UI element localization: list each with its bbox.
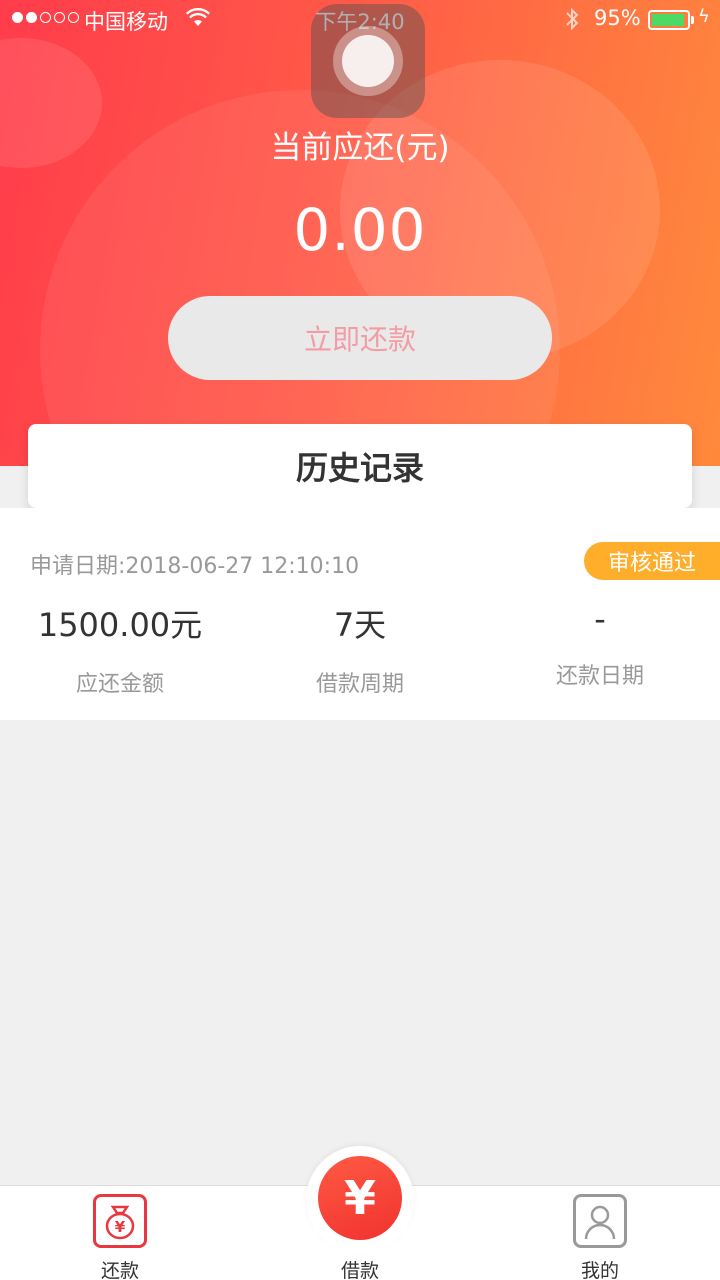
record-period: 7天 借款周期 (240, 600, 480, 698)
tab-repay-label: 还款 (100, 1260, 139, 1280)
repay-now-button[interactable]: 立即还款 (168, 296, 552, 380)
tab-repay[interactable]: ¥ 还款 (0, 1186, 240, 1280)
amount-label: 应还金额 (75, 672, 164, 697)
charging-icon: ϟ (698, 6, 710, 27)
period-label: 借款周期 (315, 672, 404, 697)
record-amount: 1500.00元 应还金额 (0, 600, 240, 698)
repay-date-label: 还款日期 (555, 664, 644, 689)
tab-mine-label: 我的 (580, 1260, 619, 1280)
borrow-center-button[interactable]: ¥ (306, 1146, 414, 1254)
user-icon (573, 1194, 627, 1248)
battery-percent: 95% (594, 6, 641, 30)
repayment-page: 中国移动 下午2:40 95% ϟ 当前应还(元) 0.00 立即还款 历史记录… (0, 0, 720, 1280)
current-due-label: 当前应还(元) (270, 130, 450, 166)
period-value: 7天 (333, 606, 387, 644)
money-bag-icon: ¥ (93, 1194, 147, 1248)
status-badge: 审核通过 (584, 542, 720, 580)
tab-mine[interactable]: 我的 (480, 1186, 720, 1280)
loan-record[interactable]: 申请日期:2018-06-27 12:10:10 审核通过 1500.00元 应… (0, 508, 720, 720)
yen-icon: ¥ (318, 1156, 402, 1240)
tab-borrow-label: 借款 (340, 1260, 379, 1280)
apply-date: 申请日期:2018-06-27 12:10:10 (30, 554, 360, 579)
current-due-amount: 0.00 (293, 196, 427, 264)
battery-icon (648, 10, 694, 30)
record-repay-date: - 还款日期 (480, 600, 720, 690)
svg-text:¥: ¥ (115, 1218, 126, 1236)
amount-value: 1500.00元 (37, 606, 203, 644)
history-title: 历史记录 (28, 424, 692, 508)
repay-date-value: - (594, 600, 606, 638)
assistive-touch-button[interactable] (311, 4, 425, 118)
bluetooth-icon (564, 7, 580, 36)
